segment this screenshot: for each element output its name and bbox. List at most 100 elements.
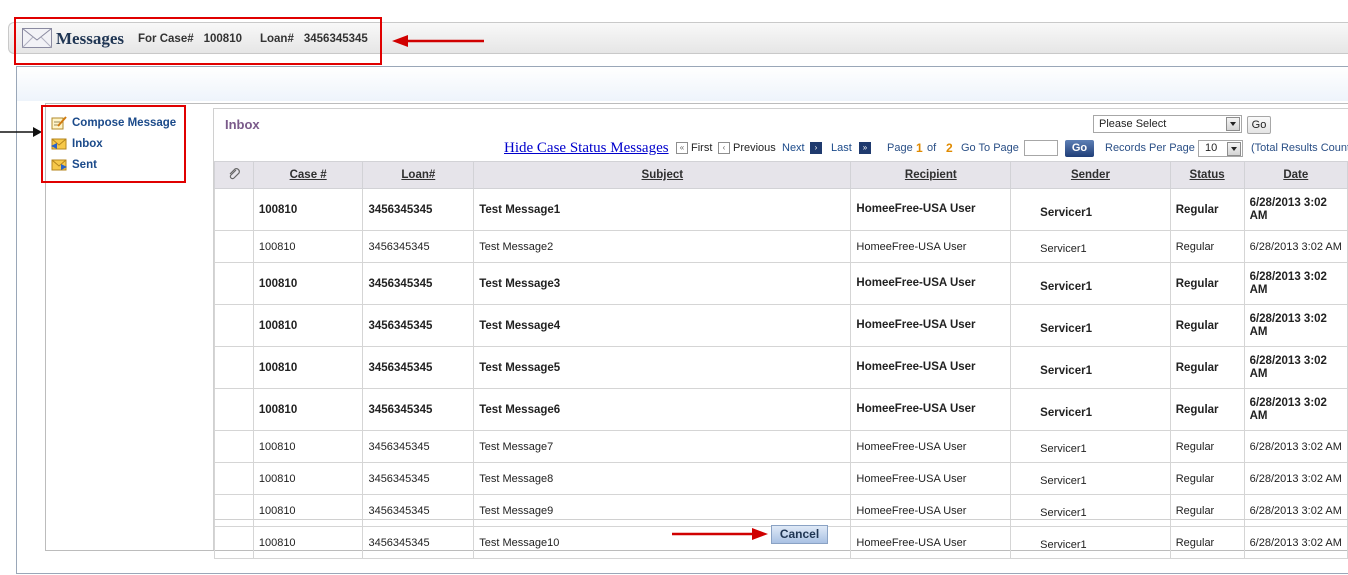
subject-column-header[interactable]: Subject bbox=[473, 161, 852, 189]
sender-cell: Servicer1 bbox=[1010, 430, 1171, 463]
case-cell: 100810 bbox=[252, 388, 364, 431]
date-column-header[interactable]: Date bbox=[1243, 161, 1348, 189]
annotation-arrow-right bbox=[0, 126, 42, 141]
recipient-cell: HomeeFree-USA User bbox=[850, 526, 1012, 559]
date-cell: 6/28/2013 3:02 AM bbox=[1243, 388, 1348, 431]
attachment-cell bbox=[214, 430, 254, 463]
attachment-cell bbox=[214, 346, 254, 389]
filter-selected-value: Please Select bbox=[1099, 118, 1167, 130]
sender-cell: Servicer1 bbox=[1010, 346, 1171, 389]
message-filter-select[interactable]: Please Select bbox=[1093, 115, 1242, 133]
attachment-cell bbox=[214, 188, 254, 231]
cancel-button[interactable]: Cancel bbox=[771, 525, 828, 544]
loan-cell: 3456345345 bbox=[362, 494, 475, 527]
recipient-cell: HomeeFree-USA User bbox=[850, 462, 1012, 495]
case-cell: 100810 bbox=[252, 262, 364, 305]
previous-page-icon[interactable]: ‹ bbox=[718, 142, 730, 154]
subject-cell: Test Message9 bbox=[473, 494, 852, 527]
attachment-column-header bbox=[214, 161, 254, 189]
case-cell: 100810 bbox=[252, 346, 364, 389]
loan-cell: 3456345345 bbox=[362, 388, 475, 431]
attachment-cell bbox=[214, 494, 254, 527]
table-row[interactable]: 100810 3456345345 Test Message8 HomeeFree-U… bbox=[214, 462, 1348, 495]
loan-cell: 3456345345 bbox=[362, 430, 475, 463]
recipient-column-header[interactable]: Recipient bbox=[850, 161, 1012, 189]
records-per-page-select[interactable]: 10 bbox=[1198, 140, 1243, 157]
case-cell: 100810 bbox=[252, 230, 364, 263]
loan-cell: 3456345345 bbox=[362, 462, 475, 495]
of-label: of bbox=[927, 142, 937, 154]
attachment-cell bbox=[214, 462, 254, 495]
inbox-table: Case # Loan# Subject Recipient Sender St… bbox=[214, 161, 1348, 559]
sender-cell: Servicer1 bbox=[1010, 262, 1171, 305]
attachment-cell bbox=[214, 230, 254, 263]
case-column-header[interactable]: Case # bbox=[252, 161, 364, 189]
sender-cell: Servicer1 bbox=[1010, 230, 1171, 263]
annotation-arrow-left bbox=[392, 34, 487, 51]
subject-cell: Test Message1 bbox=[473, 188, 852, 231]
subject-cell: Test Message2 bbox=[473, 230, 852, 263]
table-row[interactable]: 100810 3456345345 Test Message6 HomeeFree-U… bbox=[214, 388, 1348, 431]
table-row[interactable]: 100810 3456345345 Test Message4 HomeeFree-U… bbox=[214, 304, 1348, 347]
content-frame-header bbox=[17, 67, 1348, 101]
case-cell: 100810 bbox=[252, 188, 364, 231]
date-cell: 6/28/2013 3:02 AM bbox=[1243, 188, 1348, 231]
recipient-cell: HomeeFree-USA User bbox=[850, 494, 1012, 527]
recipient-cell: HomeeFree-USA User bbox=[850, 262, 1012, 305]
loan-cell: 3456345345 bbox=[362, 346, 475, 389]
table-row[interactable]: 100810 3456345345 Test Message1 HomeeFree-U… bbox=[214, 188, 1348, 231]
table-row[interactable]: 100810 3456345345 Test Message2 HomeeFree-U… bbox=[214, 230, 1348, 263]
table-row[interactable]: 100810 3456345345 Test Message9 HomeeFree-U… bbox=[214, 494, 1348, 527]
sender-column-header[interactable]: Sender bbox=[1010, 161, 1171, 189]
sender-cell: Servicer1 bbox=[1010, 388, 1171, 431]
page-label: Page bbox=[887, 142, 913, 154]
hide-case-status-link[interactable]: Hide Case Status Messages bbox=[504, 140, 669, 157]
go-to-page-input[interactable] bbox=[1024, 140, 1058, 156]
subject-cell: Test Message8 bbox=[473, 462, 852, 495]
date-cell: 6/28/2013 3:02 AM bbox=[1243, 526, 1348, 559]
filter-go-button[interactable]: Go bbox=[1247, 116, 1271, 134]
table-header-row: Case # Loan# Subject Recipient Sender St… bbox=[214, 161, 1348, 189]
table-row[interactable]: 100810 3456345345 Test Message3 HomeeFree-U… bbox=[214, 262, 1348, 305]
last-page-link[interactable]: Last bbox=[831, 142, 852, 154]
status-cell: Regular bbox=[1169, 388, 1245, 431]
table-row[interactable]: 100810 3456345345 Test Message5 HomeeFree-U… bbox=[214, 346, 1348, 389]
records-per-page-label: Records Per Page bbox=[1105, 142, 1195, 154]
annotation-arrow-right bbox=[672, 527, 768, 544]
case-cell: 100810 bbox=[252, 304, 364, 347]
sender-cell: Servicer1 bbox=[1010, 526, 1171, 559]
date-cell: 6/28/2013 3:02 AM bbox=[1243, 346, 1348, 389]
table-row[interactable]: 100810 3456345345 Test Message7 HomeeFree-U… bbox=[214, 430, 1348, 463]
sender-cell: Servicer1 bbox=[1010, 462, 1171, 495]
first-page-icon[interactable]: « bbox=[676, 142, 688, 154]
status-column-header[interactable]: Status bbox=[1169, 161, 1245, 189]
sender-cell: Servicer1 bbox=[1010, 494, 1171, 527]
paperclip-icon bbox=[227, 167, 241, 184]
sender-cell: Servicer1 bbox=[1010, 188, 1171, 231]
date-cell: 6/28/2013 3:02 AM bbox=[1243, 430, 1348, 463]
date-cell: 6/28/2013 3:02 AM bbox=[1243, 262, 1348, 305]
case-cell: 100810 bbox=[252, 526, 364, 559]
previous-page-link[interactable]: Previous bbox=[733, 142, 776, 154]
subject-cell: Test Message6 bbox=[473, 388, 852, 431]
date-cell: 6/28/2013 3:02 AM bbox=[1243, 304, 1348, 347]
go-to-page-button[interactable]: Go bbox=[1065, 140, 1094, 157]
subject-cell: Test Message7 bbox=[473, 430, 852, 463]
next-page-icon[interactable]: › bbox=[810, 142, 822, 154]
subject-cell: Test Message3 bbox=[473, 262, 852, 305]
loan-cell: 3456345345 bbox=[362, 304, 475, 347]
recipient-cell: HomeeFree-USA User bbox=[850, 188, 1012, 231]
attachment-cell bbox=[214, 304, 254, 347]
status-cell: Regular bbox=[1169, 262, 1245, 305]
recipient-cell: HomeeFree-USA User bbox=[850, 388, 1012, 431]
last-page-icon[interactable]: » bbox=[859, 142, 871, 154]
go-to-page-label: Go To Page bbox=[961, 142, 1019, 154]
next-page-link[interactable]: Next bbox=[782, 142, 805, 154]
loan-column-header[interactable]: Loan# bbox=[362, 161, 475, 189]
loan-cell: 3456345345 bbox=[362, 188, 475, 231]
first-page-link[interactable]: First bbox=[691, 142, 712, 154]
attachment-cell bbox=[214, 262, 254, 305]
date-cell: 6/28/2013 3:02 AM bbox=[1243, 462, 1348, 495]
case-cell: 100810 bbox=[252, 462, 364, 495]
date-cell: 6/28/2013 3:02 AM bbox=[1243, 494, 1348, 527]
